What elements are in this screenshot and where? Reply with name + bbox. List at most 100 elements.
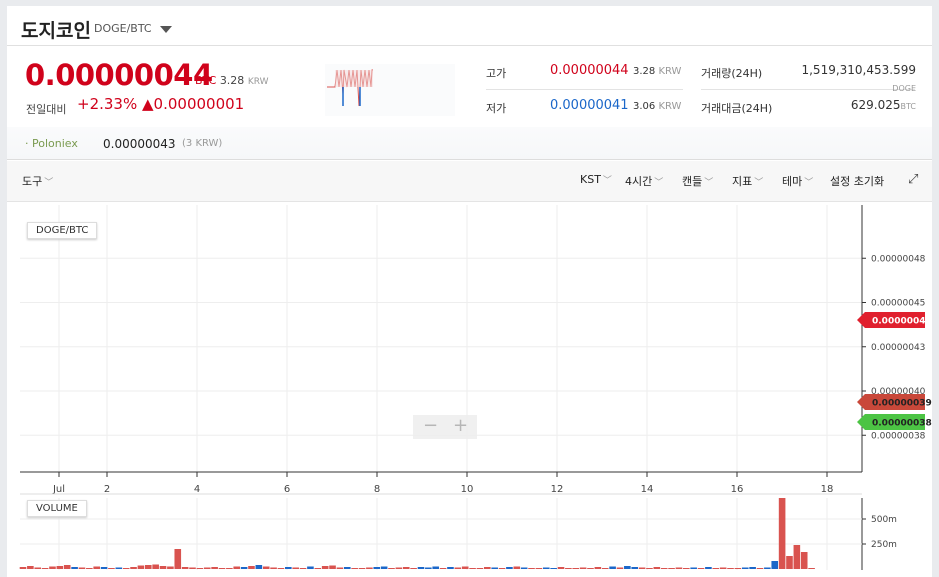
- volume-bar: [314, 568, 322, 569]
- zoom-in-button[interactable]: +: [453, 415, 468, 436]
- volume-bar: [218, 568, 226, 569]
- volume-bar: [764, 567, 771, 569]
- volume-bar: [130, 567, 137, 569]
- volume-bar: [122, 568, 130, 569]
- x-tick-label: 12: [551, 484, 564, 495]
- volume-bar: [343, 567, 351, 569]
- volume-bar: [255, 565, 263, 569]
- volume-bar: [528, 568, 535, 569]
- volume-bar: [402, 567, 410, 569]
- volume-bar: [189, 567, 196, 569]
- volume-bar: [78, 567, 86, 569]
- volume-bar: [520, 567, 528, 569]
- zoom-controls: − +: [413, 415, 477, 439]
- volume-bar: [115, 567, 123, 569]
- volume-bar: [683, 568, 690, 569]
- volume-bar: [358, 568, 366, 569]
- volume-bar: [461, 566, 469, 569]
- volume-bar: [484, 567, 491, 569]
- volume-bar: [771, 561, 779, 569]
- volume-bar: [646, 568, 653, 569]
- volume-bar: [388, 568, 395, 569]
- volume-bar: [395, 567, 403, 569]
- x-tick-label: 8: [374, 484, 380, 495]
- x-tick-label: 4: [194, 484, 200, 495]
- volume-bar: [741, 567, 749, 569]
- volume-bar: [535, 568, 543, 569]
- volume-bar: [351, 568, 358, 569]
- vol-tick-label: 500m: [871, 515, 897, 525]
- zoom-out-button[interactable]: −: [423, 415, 438, 436]
- volume-bar: [675, 567, 683, 569]
- volume-bar: [226, 568, 233, 569]
- volume-bar: [307, 566, 314, 569]
- x-tick-label: Jul: [52, 484, 65, 495]
- volume-bar: [196, 568, 204, 569]
- volume-bar: [100, 567, 108, 569]
- volume-bar: [491, 567, 498, 569]
- volume-bar: [425, 567, 432, 569]
- x-tick-label: 2: [104, 484, 110, 495]
- volume-bar: [587, 568, 594, 569]
- volume-bar: [712, 568, 720, 569]
- volume-bar: [572, 568, 580, 569]
- volume-bar: [144, 565, 152, 569]
- volume-bar: [513, 566, 521, 569]
- volume-bar: [285, 567, 292, 569]
- volume-bar: [601, 568, 609, 569]
- volume-bar: [159, 566, 167, 569]
- volume-bar: [638, 567, 646, 569]
- volume-bar: [108, 568, 115, 569]
- volume-bar: [336, 567, 344, 569]
- volume-bar: [476, 568, 484, 569]
- ma-long-tag-label: 0.00000038: [872, 419, 932, 429]
- volume-bar: [756, 568, 764, 569]
- volume-bar: [808, 568, 815, 569]
- volume-bar: [56, 566, 64, 569]
- x-tick-label: 18: [821, 484, 834, 495]
- volume-bar: [299, 568, 307, 569]
- volume-bar: [690, 567, 697, 569]
- volume-bar: [697, 568, 705, 569]
- volume-bar: [786, 556, 793, 569]
- volume-bar: [410, 568, 417, 569]
- volume-bar: [270, 567, 277, 569]
- volume-bar: [174, 549, 182, 569]
- volume-bar: [27, 566, 34, 569]
- volume-bar: [631, 567, 639, 569]
- volume-bar: [49, 566, 56, 569]
- volume-bar: [233, 566, 241, 569]
- y-tick-label: 0.00000048: [871, 254, 926, 264]
- volume-bar: [240, 567, 248, 569]
- y-tick-label: 0.00000045: [871, 299, 925, 309]
- x-tick-label: 10: [461, 484, 474, 495]
- volume-bar: [248, 566, 255, 569]
- volume-bar: [550, 568, 557, 569]
- last-price-tag-label: 0.00000044: [872, 317, 932, 327]
- volume-bar: [542, 567, 550, 569]
- chart-pair-label: DOGE/BTC: [27, 222, 98, 239]
- volume-bar: [321, 566, 329, 569]
- volume-bar: [653, 567, 661, 569]
- volume-bar: [432, 566, 440, 569]
- volume-bar: [624, 566, 631, 569]
- volume-bar: [557, 567, 565, 569]
- volume-bar: [727, 568, 734, 569]
- volume-bar: [719, 567, 727, 569]
- x-tick-label: 14: [641, 484, 654, 495]
- volume-bar: [668, 568, 675, 569]
- price-chart[interactable]: 0.000000480.000000450.000000430.00000040…: [0, 0, 939, 577]
- volume-bar: [660, 568, 668, 569]
- volume-bar: [498, 568, 506, 569]
- y-tick-label: 0.00000043: [871, 343, 925, 353]
- volume-bar: [793, 545, 801, 569]
- volume-bar: [71, 567, 78, 569]
- volume-bar: [329, 565, 336, 569]
- volume-bar: [778, 498, 786, 569]
- volume-bar: [705, 567, 712, 569]
- volume-bar: [167, 566, 174, 569]
- x-tick-label: 16: [731, 484, 744, 495]
- volume-bar: [439, 568, 447, 569]
- volume-bar: [749, 567, 756, 569]
- volume-bar: [565, 568, 572, 569]
